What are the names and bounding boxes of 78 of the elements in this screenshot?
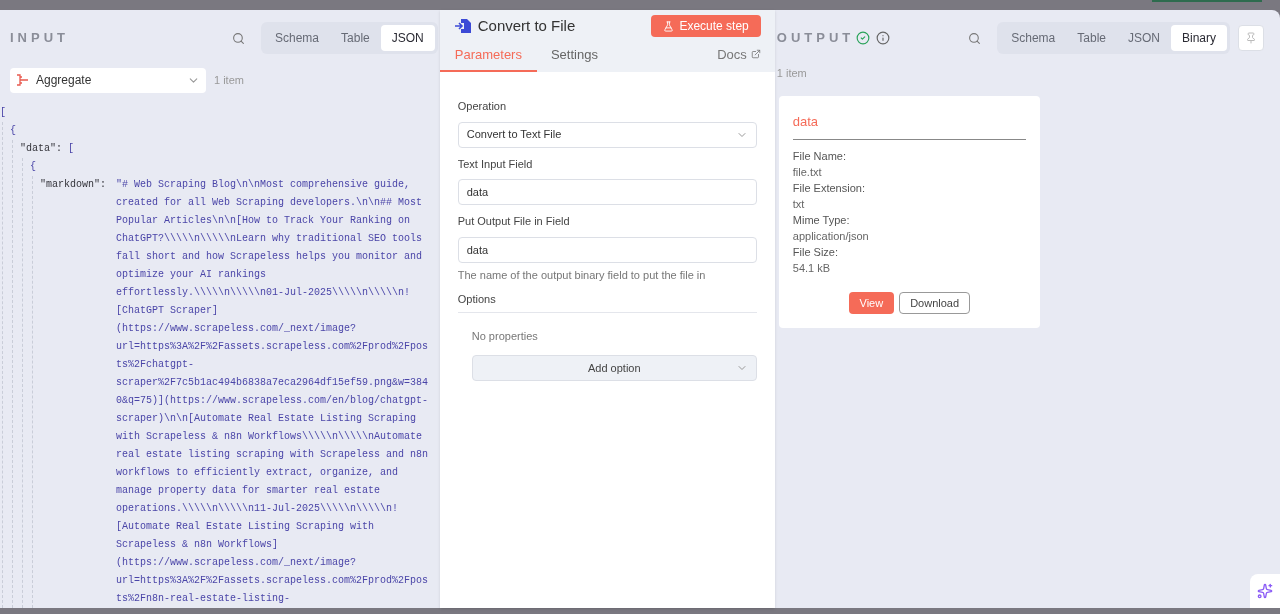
field-label: Put Output File in Field bbox=[457, 214, 571, 229]
json-string-value: workflows to efficiently extract, organize, and bbox=[116, 466, 400, 480]
input-field[interactable]: data bbox=[457, 236, 757, 263]
json-string-value: optimize your AI rankings bbox=[116, 268, 268, 282]
json-string-value: "# Web Scraping Blog\n\nMost comprehensive guide, bbox=[116, 178, 412, 192]
view-tab[interactable]: Table bbox=[1066, 25, 1117, 51]
info-icon[interactable] bbox=[876, 31, 891, 45]
json-key: "data": bbox=[20, 140, 62, 158]
view-tab[interactable]: Schema bbox=[1000, 25, 1067, 51]
search-icon[interactable] bbox=[232, 31, 245, 45]
json-bracket: [ bbox=[68, 142, 75, 156]
json-string-value: Scrapeless & n8n Workflows] bbox=[116, 538, 280, 552]
panel-title: OUTPUT bbox=[776, 29, 855, 48]
search-icon[interactable] bbox=[968, 31, 982, 45]
property-label: File Size: bbox=[792, 245, 840, 260]
property-label: File Name: bbox=[792, 149, 847, 164]
json-string-value: created for all Web Scraping developers.\n\n## Most bbox=[116, 196, 424, 210]
json-string-value: effortlessly.\\\\\n\\\\\n01-Jul-2025\\\\\n\\\\\n! bbox=[116, 286, 412, 300]
view-tab[interactable]: JSON bbox=[1116, 25, 1171, 51]
property-value: 54.1 kB bbox=[792, 261, 832, 276]
item-count: 1 item bbox=[776, 66, 808, 81]
json-string-value: fall short and how Scrapeless helps you monitor and bbox=[116, 250, 424, 264]
json-string-value: ChatGPT?\\\\\n\\\\\nLearn why traditional SEO tools bbox=[116, 232, 424, 246]
view-tab[interactable]: JSON bbox=[380, 25, 435, 51]
flask-icon bbox=[663, 20, 675, 32]
item-count: 1 item bbox=[214, 72, 244, 88]
assistant-button[interactable] bbox=[1250, 574, 1280, 608]
options-label: Options bbox=[457, 291, 757, 313]
sparkles-icon bbox=[1257, 583, 1273, 599]
view-tab[interactable]: Table bbox=[330, 25, 381, 51]
json-string-value: scraper%2F7c5b1ac494b6838a7eca2964df15ef59.png&w=384 bbox=[116, 376, 429, 390]
view-tab[interactable]: Binary bbox=[1171, 25, 1227, 51]
json-string-value: ts%2Fn8n-real-estate-listing- bbox=[116, 592, 292, 606]
property-value: file.txt bbox=[792, 165, 823, 180]
json-string-value: 0&q=75)](https://www.scrapeless.com/en/blog/chatgpt- bbox=[116, 394, 429, 408]
property-value: application/json bbox=[792, 229, 870, 244]
json-bracket: [ bbox=[0, 106, 6, 120]
field-label: Operation bbox=[457, 99, 508, 114]
json-string-value: real estate listing scraping with Scrapeless and n8n bbox=[116, 448, 429, 462]
pin-icon bbox=[1245, 32, 1257, 44]
input-field[interactable]: data bbox=[457, 179, 757, 205]
node-title: Convert to File bbox=[477, 15, 576, 36]
json-string-value: manage property data for smarter real estate bbox=[116, 484, 382, 498]
node-select[interactable]: Aggregate bbox=[10, 67, 206, 93]
add-option-button[interactable]: Add option bbox=[471, 355, 757, 381]
binary-name: data bbox=[792, 111, 1026, 140]
docs-link[interactable]: Docs bbox=[717, 44, 761, 72]
download-button[interactable]: Download bbox=[899, 292, 971, 314]
success-icon bbox=[856, 31, 871, 45]
json-bracket: { bbox=[10, 124, 16, 138]
json-string-value: Popular Articles\n\n[How to Track Your Ranking on bbox=[116, 214, 412, 228]
json-bracket: { bbox=[30, 160, 36, 174]
json-string-value: (https://www.scrapeless.com/_next/image? bbox=[116, 556, 358, 570]
field-label: Text Input Field bbox=[457, 156, 534, 172]
execute-step-button[interactable]: Execute step bbox=[651, 15, 761, 37]
operation-select[interactable]: Convert to Text File bbox=[457, 121, 757, 148]
property-label: Mime Type: bbox=[792, 213, 851, 228]
json-key: "markdown": bbox=[40, 176, 116, 608]
empty-state-text: No properties bbox=[471, 328, 539, 344]
aggregate-icon bbox=[16, 74, 30, 86]
view-button[interactable]: View bbox=[848, 292, 895, 314]
json-string-value: url=https%3A%2F%2Fassets.scrapeless.com%2Fprod%2Fpos bbox=[116, 574, 429, 588]
json-string-value: [Automate Real Estate Listing Scraping with bbox=[116, 520, 376, 534]
json-string-value: with Scrapeless & n8n Workflows\\\\\n\\\\\nAutomate bbox=[116, 430, 424, 444]
json-string-value: ts%2Fchatgpt- bbox=[116, 358, 195, 372]
property-label: File Extension: bbox=[792, 181, 866, 196]
json-string-value: operations.\\\\\n\\\\\n11-Jul-2025\\\\\n\\\\\n! bbox=[116, 502, 400, 516]
json-string-value: [ChatGPT Scraper] bbox=[116, 304, 220, 318]
property-value: txt bbox=[792, 197, 806, 212]
settings-tab[interactable]: Settings bbox=[536, 44, 612, 72]
panel-title: INPUT bbox=[10, 29, 69, 48]
file-icon bbox=[453, 18, 472, 34]
json-string-value: (https://www.scrapeless.com/_next/image? bbox=[116, 322, 358, 336]
field-hint: The name of the output binary field to put the file in bbox=[457, 267, 707, 283]
external-link-icon bbox=[750, 49, 761, 60]
json-string-value: scraper)\n\n[Automate Real Estate Listing Scraping bbox=[116, 412, 418, 426]
json-string-value: url=https%3A%2F%2Fassets.scrapeless.com%2Fprod%2Fpos bbox=[116, 340, 429, 354]
view-tab[interactable]: Schema bbox=[264, 25, 331, 51]
